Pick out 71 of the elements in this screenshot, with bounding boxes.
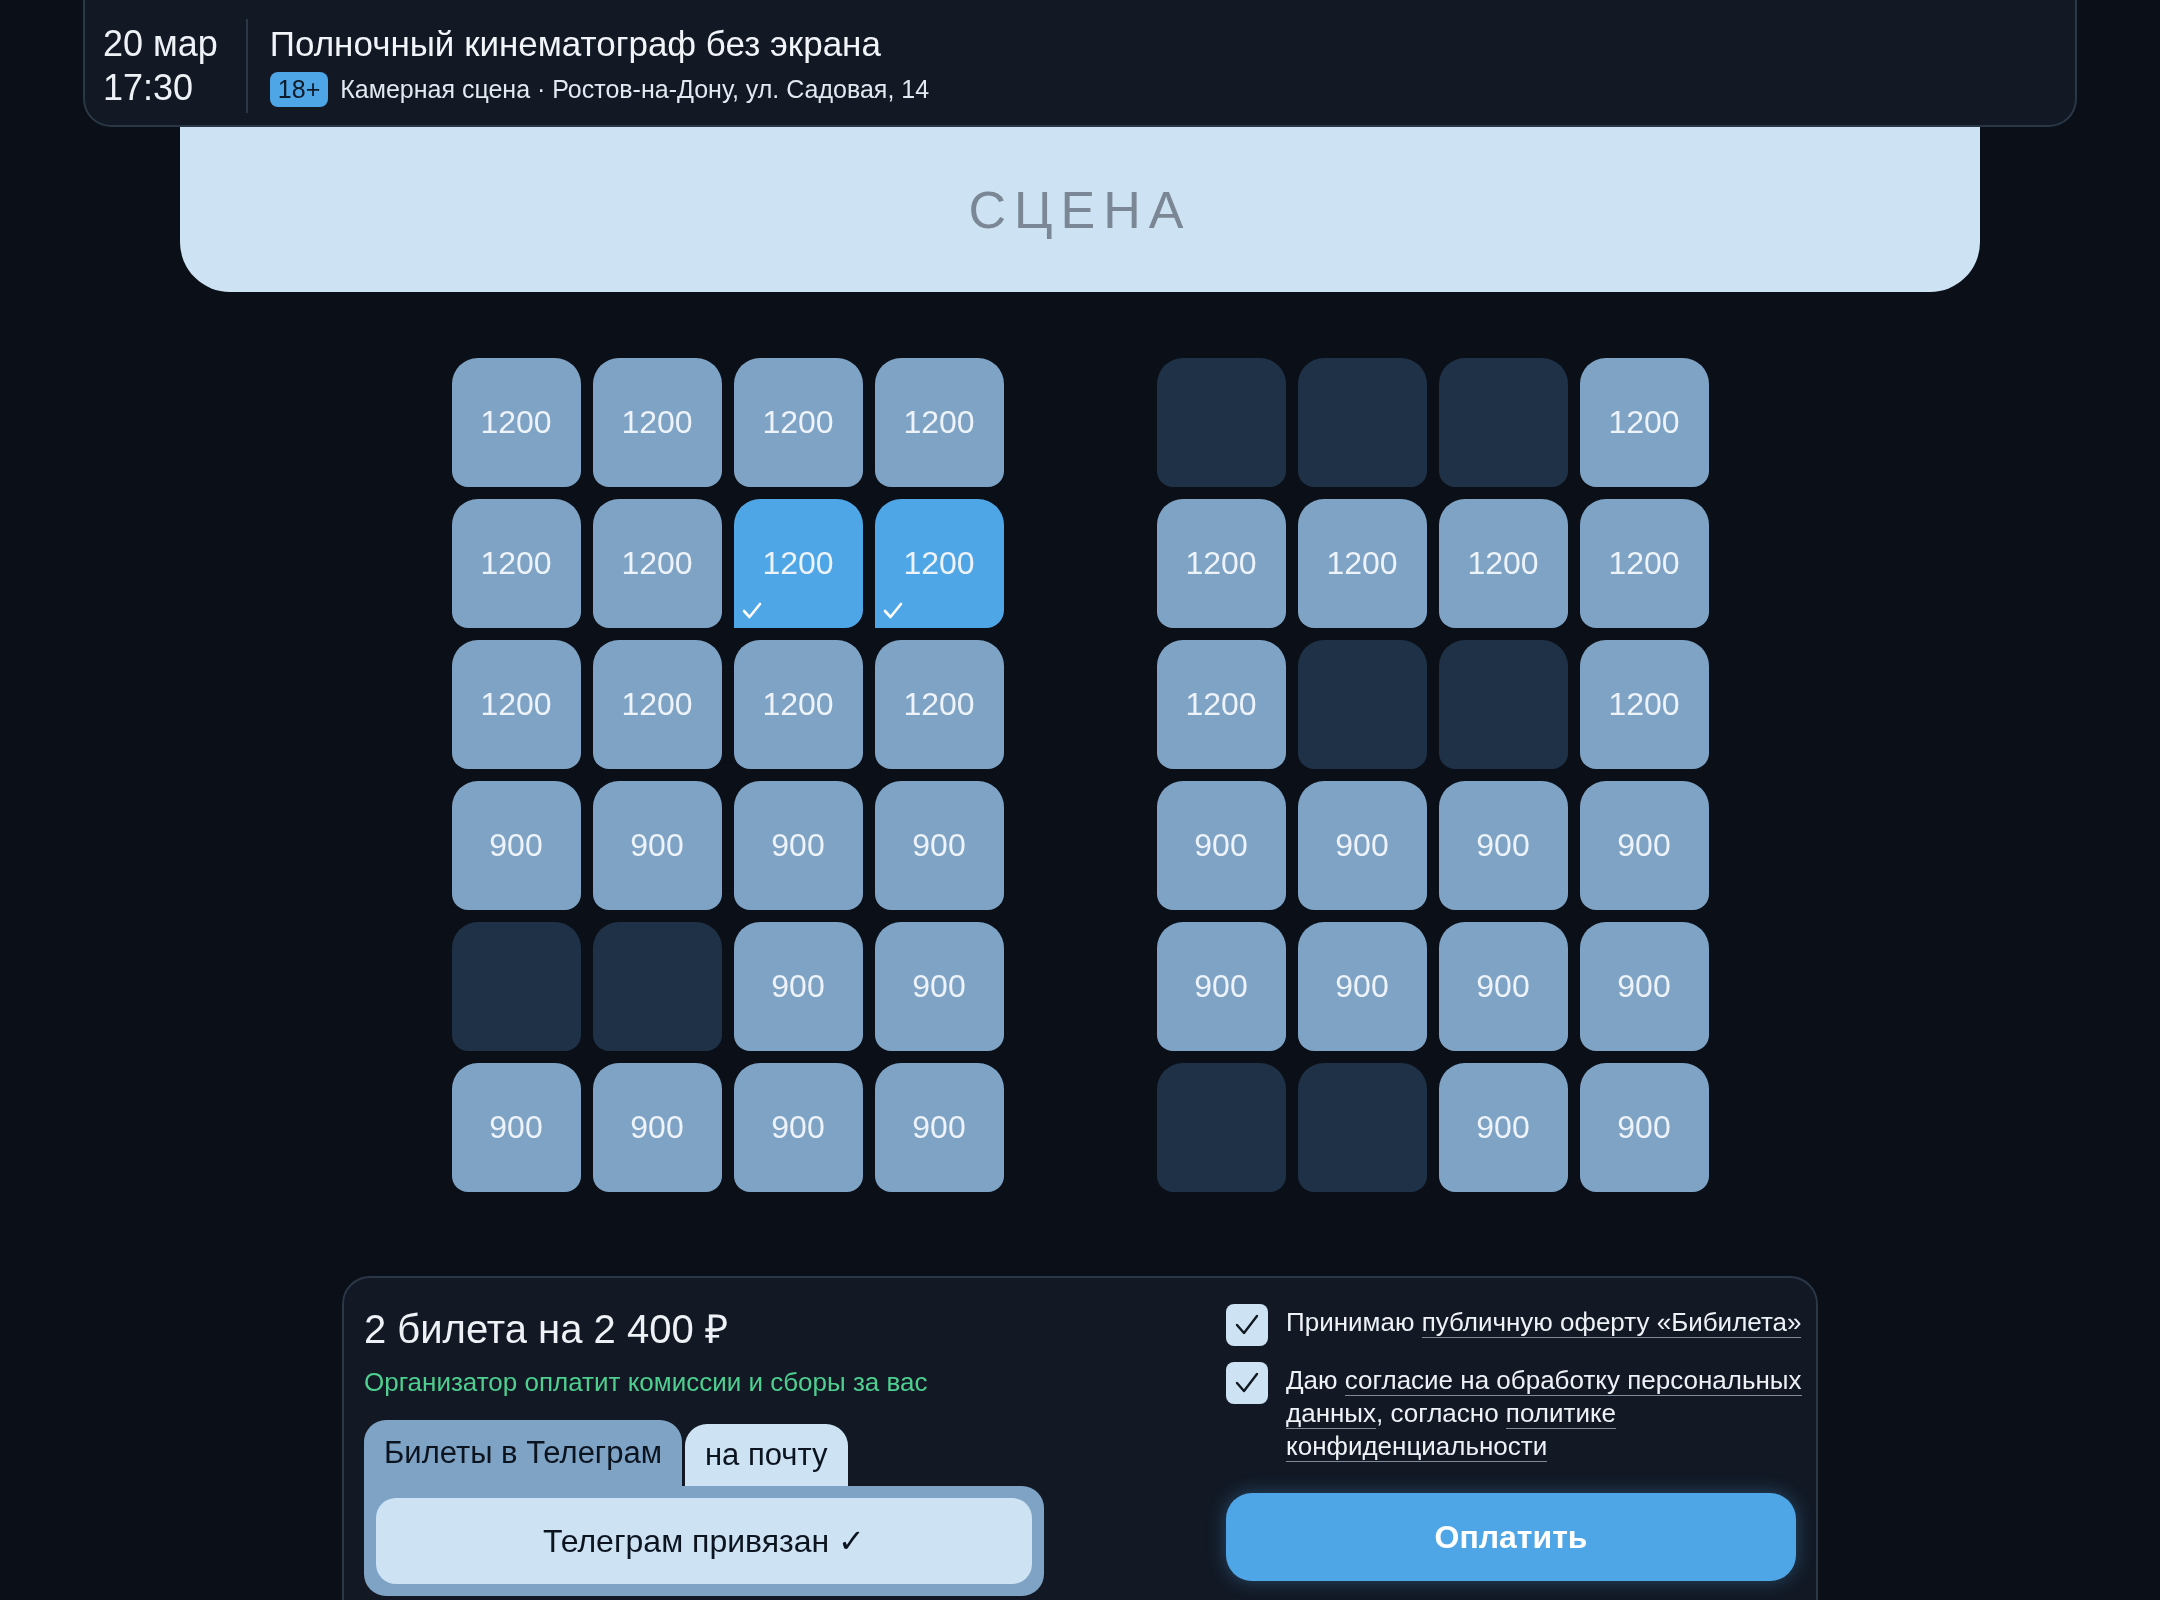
taken-seat[interactable] bbox=[592, 922, 722, 1051]
seat[interactable]: 1200 bbox=[451, 640, 581, 769]
seat[interactable]: 900 bbox=[874, 922, 1004, 1051]
consent-link[interactable]: конфиденциальности bbox=[1286, 1431, 1548, 1462]
consent-link[interactable]: политике bbox=[1505, 1398, 1617, 1429]
checkmark-icon bbox=[1234, 1371, 1260, 1395]
seat[interactable]: 1200 bbox=[874, 499, 1004, 628]
event-time: 17:30 bbox=[103, 65, 195, 110]
seat[interactable]: 900 bbox=[733, 1063, 863, 1192]
seat[interactable]: 900 bbox=[1579, 1063, 1709, 1192]
seat[interactable]: 1200 bbox=[592, 499, 722, 628]
taken-seat[interactable] bbox=[1297, 1063, 1427, 1192]
taken-seat[interactable] bbox=[1297, 358, 1427, 487]
age-badge: 18+ bbox=[269, 72, 329, 107]
pay-button[interactable]: Оплатить bbox=[1226, 1493, 1796, 1581]
seat[interactable]: 900 bbox=[592, 1063, 722, 1192]
seat[interactable]: 1200 bbox=[1297, 499, 1427, 628]
seat[interactable]: 900 bbox=[733, 922, 863, 1051]
checkmark-icon bbox=[1234, 1313, 1260, 1337]
telegram-status-button[interactable]: Телеграм привязан ✓ bbox=[376, 1498, 1032, 1584]
seat[interactable]: 900 bbox=[1297, 922, 1427, 1051]
event-title: Полночный кинематограф без экрана bbox=[269, 24, 882, 64]
taken-seat[interactable] bbox=[1438, 358, 1568, 487]
seat[interactable]: 1200 bbox=[733, 640, 863, 769]
order-total: 2 билета на 2 400 ₽ bbox=[364, 1306, 729, 1353]
seat[interactable]: 900 bbox=[1438, 1063, 1568, 1192]
taken-seat[interactable] bbox=[1156, 358, 1286, 487]
seat[interactable]: 900 bbox=[874, 781, 1004, 910]
seat[interactable]: 1200 bbox=[1438, 499, 1568, 628]
fee-note: Организатор оплатит комиссии и сборы за вас bbox=[364, 1367, 929, 1398]
seat[interactable]: 900 bbox=[1297, 781, 1427, 910]
seat[interactable]: 900 bbox=[733, 781, 863, 910]
seat[interactable]: 900 bbox=[451, 1063, 581, 1192]
seat[interactable]: 900 bbox=[592, 781, 722, 910]
consent-checkbox[interactable] bbox=[1226, 1362, 1268, 1404]
seat[interactable]: 1200 bbox=[874, 640, 1004, 769]
consent-link[interactable]: публичную оферту «Бибилета» bbox=[1421, 1307, 1802, 1338]
delivery-tab[interactable]: Билеты в Телеграм bbox=[364, 1420, 682, 1486]
consent-link[interactable]: данных bbox=[1286, 1398, 1377, 1429]
seat[interactable]: 900 bbox=[1438, 781, 1568, 910]
check-icon bbox=[882, 602, 903, 620]
seat[interactable]: 1200 bbox=[451, 499, 581, 628]
seat[interactable]: 1200 bbox=[1579, 358, 1709, 487]
delivery-tab[interactable]: на почту bbox=[685, 1424, 848, 1486]
seat[interactable]: 1200 bbox=[733, 499, 863, 628]
consent-link[interactable]: согласие на обработку персональных bbox=[1344, 1365, 1802, 1396]
seat[interactable]: 1200 bbox=[1156, 499, 1286, 628]
seat[interactable]: 900 bbox=[1579, 922, 1709, 1051]
seat[interactable]: 900 bbox=[1438, 922, 1568, 1051]
seat[interactable]: 1200 bbox=[1579, 499, 1709, 628]
seat[interactable]: 900 bbox=[451, 781, 581, 910]
seat[interactable]: 1200 bbox=[451, 358, 581, 487]
seat[interactable]: 1200 bbox=[1156, 640, 1286, 769]
taken-seat[interactable] bbox=[1156, 1063, 1286, 1192]
check-icon bbox=[741, 602, 762, 620]
taken-seat[interactable] bbox=[451, 922, 581, 1051]
seat[interactable]: 1200 bbox=[1579, 640, 1709, 769]
seat[interactable]: 900 bbox=[1156, 922, 1286, 1051]
seat[interactable]: 1200 bbox=[592, 358, 722, 487]
stage-label: СЦЕНА bbox=[968, 179, 1192, 240]
seat[interactable]: 1200 bbox=[733, 358, 863, 487]
consent-checkbox[interactable] bbox=[1226, 1304, 1268, 1346]
taken-seat[interactable] bbox=[1297, 640, 1427, 769]
seat[interactable]: 900 bbox=[1579, 781, 1709, 910]
seat[interactable]: 900 bbox=[1156, 781, 1286, 910]
seat[interactable]: 1200 bbox=[874, 358, 1004, 487]
taken-seat[interactable] bbox=[1438, 640, 1568, 769]
seat[interactable]: 900 bbox=[874, 1063, 1004, 1192]
event-date: 20 мар bbox=[103, 21, 218, 66]
seat[interactable]: 1200 bbox=[592, 640, 722, 769]
venue-text: Камерная сцена · Ростов-на-Дону, ул. Садовая, 14 bbox=[340, 75, 930, 104]
